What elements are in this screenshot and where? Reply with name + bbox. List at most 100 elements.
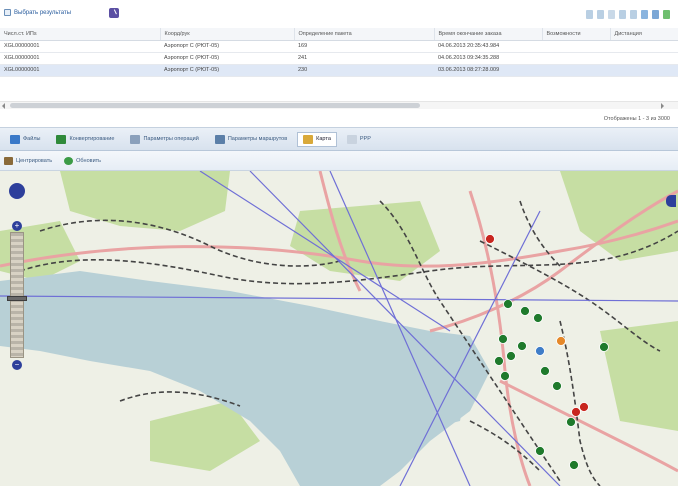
tab-files[interactable]: Файлы — [4, 132, 46, 147]
convert-icon — [56, 134, 67, 144]
zoom-bar[interactable] — [10, 232, 24, 358]
zoom-out-button[interactable]: − — [12, 360, 22, 370]
table-cell: 169 — [294, 40, 434, 53]
map-icon — [303, 134, 314, 144]
column-header[interactable]: Время окончание заказа — [434, 28, 543, 41]
tab-operations[interactable]: Параметры операций — [124, 132, 204, 147]
tab-ppp[interactable]: PPP — [341, 132, 377, 147]
tab-bar: Файлы Конвертирование Параметры операций Па… — [0, 127, 678, 151]
prev-page-icon[interactable] — [597, 10, 604, 19]
records-count: Отображены 1 - 3 из 3000 — [603, 116, 670, 122]
vehicle-marker-green[interactable] — [520, 306, 530, 316]
center-icon — [4, 156, 13, 165]
refresh-icon[interactable] — [663, 10, 670, 19]
vehicle-marker-green[interactable] — [533, 313, 543, 323]
page-icon[interactable] — [608, 10, 615, 19]
next-page-icon[interactable] — [619, 10, 626, 19]
center-label: Центрировать — [16, 157, 53, 164]
table-cell: 04.06.2013 09:34:35.288 — [434, 52, 542, 65]
scroll-thumb[interactable] — [10, 103, 420, 108]
zoom-slider-handle[interactable] — [7, 296, 27, 301]
pan-arrows-icon — [9, 183, 25, 199]
column-header[interactable]: Числ.ст. ИПs — [0, 28, 161, 41]
operations-icon — [130, 134, 141, 144]
filter-clear-icon[interactable] — [652, 10, 659, 19]
tab-map[interactable]: Карта — [297, 131, 337, 147]
vehicle-marker-blue[interactable] — [535, 346, 545, 356]
horizontal-scrollbar[interactable] — [0, 101, 678, 109]
table-cell: XGL00000001 — [0, 40, 160, 53]
table-header: Числ.ст. ИПs Коорд/рук Определение пакета В… — [0, 28, 678, 41]
routes-icon — [214, 134, 225, 144]
vehicle-marker-green[interactable] — [540, 366, 550, 376]
tab-label: Конвертирование — [69, 136, 115, 142]
table-cell: 241 — [294, 52, 434, 65]
map-toolbar: Центрировать Обновить — [0, 151, 678, 171]
top-toolbar: Выбрать результаты — [0, 0, 678, 28]
map-view[interactable]: + − — [0, 171, 678, 486]
table-cell — [542, 64, 610, 77]
table-cell: XGL00000001 — [0, 52, 160, 65]
column-header[interactable]: Коорд/рук — [160, 28, 295, 41]
last-page-icon[interactable] — [630, 10, 637, 19]
select-results-link[interactable]: Выбрать результаты — [4, 9, 71, 16]
tab-label: PPP — [359, 136, 371, 142]
table-cell: Аэропорт С (РЮТ-05) — [160, 40, 294, 53]
vehicle-marker-orange[interactable] — [556, 336, 566, 346]
table-cell — [610, 64, 678, 77]
table-row[interactable]: XGL00000001 Аэропорт С (РЮТ-05) 230 03.06.2… — [0, 64, 678, 77]
vehicle-marker-green[interactable] — [503, 299, 513, 309]
tab-label: Файлы — [23, 136, 41, 142]
center-button[interactable]: Центрировать — [4, 156, 53, 165]
zoom-in-button[interactable]: + — [12, 221, 22, 231]
table-cell: 230 — [294, 64, 434, 77]
table-cell — [542, 52, 610, 65]
filter-icon[interactable] — [641, 10, 648, 19]
table-row[interactable]: XGL00000001 Аэропорт С (РЮТ-05) 241 04.06.2… — [0, 52, 678, 65]
vehicle-marker-green[interactable] — [569, 460, 579, 470]
table-cell: 04.06.2013 20:35:43.984 — [434, 40, 542, 53]
column-header[interactable]: Возможности — [542, 28, 611, 41]
pan-control[interactable] — [6, 180, 28, 202]
pager-toolbar — [586, 10, 670, 19]
table-cell: XGL00000001 — [0, 64, 160, 77]
vehicle-marker-green[interactable] — [494, 356, 504, 366]
vehicle-marker-red[interactable] — [571, 407, 581, 417]
vehicle-marker-green[interactable] — [517, 341, 527, 351]
tab-label: Параметры операций — [143, 136, 199, 142]
table-cell: 03.06.2013 08:27:28.009 — [434, 64, 542, 77]
vehicle-marker-green[interactable] — [599, 342, 609, 352]
vehicle-marker-green[interactable] — [552, 381, 562, 391]
tab-convert[interactable]: Конвертирование — [50, 132, 120, 147]
vehicle-marker-green[interactable] — [566, 417, 576, 427]
layer-switcher-toggle[interactable] — [666, 195, 676, 207]
table-cell: Аэропорт С (РЮТ-05) — [160, 52, 294, 65]
vehicle-marker-green[interactable] — [500, 371, 510, 381]
table-row[interactable]: XGL00000001 Аэропорт С (РЮТ-05) 169 04.06.2… — [0, 40, 678, 53]
select-results-label: Выбрать результаты — [14, 9, 72, 16]
refresh-map-icon — [64, 156, 74, 165]
vehicle-marker-red[interactable] — [485, 234, 495, 244]
files-icon — [10, 134, 20, 144]
first-page-icon[interactable] — [586, 10, 593, 19]
table-cell — [610, 40, 678, 53]
status-bar: Отображены 1 - 3 из 3000 — [0, 109, 678, 127]
vehicle-marker-green[interactable] — [506, 351, 516, 361]
table-body: XGL00000001 Аэропорт С (РЮТ-05) 169 04.06.2… — [0, 40, 678, 77]
vehicle-marker-red[interactable] — [579, 402, 589, 412]
refresh-label: Обновить — [76, 157, 102, 164]
refresh-button[interactable]: Обновить — [64, 156, 102, 165]
tab-routes[interactable]: Параметры маршрутов — [209, 132, 293, 147]
tab-label: Параметры маршрутов — [227, 136, 288, 142]
table-cell — [542, 40, 610, 53]
ppp-icon — [346, 134, 357, 144]
vehicle-marker-green[interactable] — [498, 334, 508, 344]
edit-button[interactable] — [109, 8, 119, 18]
table-cell: Аэропорт С (РЮТ-05) — [160, 64, 294, 77]
table-cell — [610, 52, 678, 65]
vehicle-marker-green[interactable] — [535, 446, 545, 456]
column-header[interactable]: Определение пакета — [294, 28, 435, 41]
results-table: Числ.ст. ИПs Коорд/рук Определение пакета В… — [0, 28, 678, 77]
map-canvas[interactable] — [0, 171, 678, 486]
column-header[interactable]: Дистанция — [610, 28, 678, 41]
